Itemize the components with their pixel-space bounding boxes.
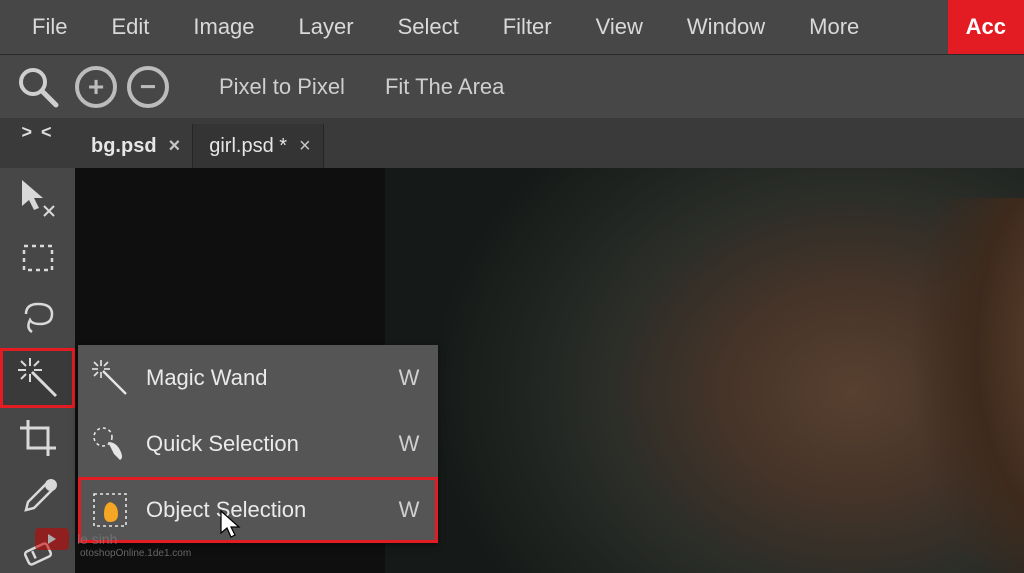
- quick-selection-icon: [90, 424, 130, 464]
- flyout-magic-wand[interactable]: Magic Wand W: [78, 345, 438, 411]
- watermark-brand: le sinh: [77, 531, 117, 547]
- eyedropper-tool[interactable]: [0, 468, 75, 528]
- zoom-in-button[interactable]: +: [75, 66, 117, 108]
- document-tabs: bg.psd × girl.psd * ×: [75, 124, 324, 168]
- watermark-url: otoshopOnline.1de1.com: [80, 548, 191, 559]
- rectangle-select-tool[interactable]: [0, 228, 75, 288]
- flyout-quick-selection[interactable]: Quick Selection W: [78, 411, 438, 477]
- fit-area-button[interactable]: Fit The Area: [385, 74, 504, 100]
- zoom-out-button[interactable]: −: [127, 66, 169, 108]
- menu-more[interactable]: More: [787, 0, 881, 54]
- account-button[interactable]: Acc: [948, 0, 1024, 54]
- tab-label: girl.psd *: [209, 135, 287, 158]
- flyout-label: Object Selection: [146, 497, 396, 523]
- video-watermark: le sinh: [35, 528, 117, 550]
- menu-select[interactable]: Select: [376, 0, 481, 54]
- object-selection-icon: [90, 490, 130, 530]
- flyout-label: Magic Wand: [146, 365, 396, 391]
- menu-filter[interactable]: Filter: [481, 0, 574, 54]
- menu-bar: File Edit Image Layer Select Filter View…: [0, 0, 1024, 54]
- tab-bg[interactable]: bg.psd ×: [75, 124, 193, 168]
- collapse-toggle[interactable]: > <: [0, 122, 75, 144]
- magic-wand-icon: [90, 358, 130, 398]
- flyout-shortcut: W: [396, 365, 422, 391]
- tab-girl[interactable]: girl.psd * ×: [193, 124, 324, 168]
- zoom-tool-icon[interactable]: [0, 55, 75, 119]
- close-tab-icon[interactable]: ×: [299, 135, 311, 158]
- magic-wand-tool[interactable]: [0, 348, 75, 408]
- flyout-object-selection[interactable]: Object Selection W: [78, 477, 438, 543]
- options-bar: + − Pixel to Pixel Fit The Area: [0, 54, 1024, 118]
- tool-column: [0, 168, 75, 573]
- pixel-to-pixel-button[interactable]: Pixel to Pixel: [219, 74, 345, 100]
- menu-view[interactable]: View: [574, 0, 665, 54]
- wand-tool-flyout: Magic Wand W Quick Selection W Object Se…: [78, 345, 438, 543]
- menu-layer[interactable]: Layer: [277, 0, 376, 54]
- flyout-shortcut: W: [396, 497, 422, 523]
- flyout-shortcut: W: [396, 431, 422, 457]
- crop-tool[interactable]: [0, 408, 75, 468]
- tab-label: bg.psd: [91, 135, 157, 158]
- flyout-label: Quick Selection: [146, 431, 396, 457]
- menu-edit[interactable]: Edit: [89, 0, 171, 54]
- menu-file[interactable]: File: [10, 0, 89, 54]
- youtube-icon: [35, 528, 69, 550]
- move-tool[interactable]: [0, 168, 75, 228]
- menu-image[interactable]: Image: [171, 0, 276, 54]
- canvas-photo-subject: [794, 198, 1024, 573]
- menu-window[interactable]: Window: [665, 0, 787, 54]
- lasso-tool[interactable]: [0, 288, 75, 348]
- close-tab-icon[interactable]: ×: [169, 135, 181, 158]
